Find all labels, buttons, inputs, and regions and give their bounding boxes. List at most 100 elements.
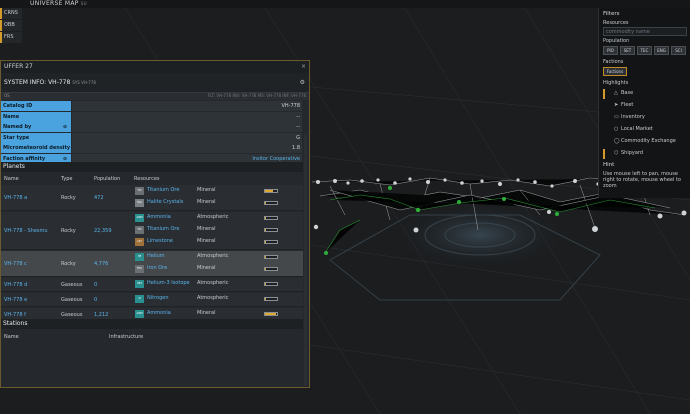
resource-name[interactable]: Ammonia — [147, 214, 171, 220]
resource-entry[interactable]: AMM Ammonia Mineral — [134, 309, 302, 319]
planet-population[interactable]: 472 — [94, 195, 104, 201]
planet-name[interactable]: VH-778 f — [4, 312, 26, 318]
side-tab-frs[interactable]: FRS — [0, 32, 22, 43]
context-links[interactable]: FLT: VH-778 INV: VH-778 MS: VH-778 INF: … — [208, 93, 306, 98]
population-button-eng[interactable]: ENG — [654, 46, 669, 55]
col-population[interactable]: Population — [94, 174, 120, 184]
info-icon[interactable]: ⊙ — [63, 122, 67, 132]
planet-row[interactable]: VH-778 d Gaseous 0 HE3 Helium-3 Isotope Atmos… — [1, 278, 303, 292]
planet-name[interactable]: VH-778 - Shesmu — [4, 228, 48, 234]
resource-entry[interactable]: N Nitrogen Atmospheric — [134, 294, 302, 304]
resource-entry[interactable]: HE Helium Atmospheric — [134, 252, 302, 262]
resource-name[interactable]: Iron Ore — [147, 265, 167, 271]
resource-category: Mineral — [197, 226, 216, 232]
resource-name[interactable]: Titanium Ore — [147, 187, 179, 193]
resource-abundance-fill — [265, 217, 267, 219]
resource-icon: FEO — [135, 265, 144, 273]
resource-category: Atmospheric — [197, 214, 229, 220]
col-type[interactable]: Type — [61, 174, 72, 184]
resource-entry[interactable]: AMM Ammonia Atmospheric — [134, 213, 302, 223]
resource-name[interactable]: Helium — [147, 253, 165, 259]
resource-icon: HE — [135, 253, 144, 261]
col-station-name[interactable]: Name — [4, 332, 19, 342]
resource-entry[interactable]: TIO Titanium Ore Mineral — [134, 225, 302, 235]
property-key-text: Named by — [3, 124, 32, 131]
resource-icon: TIO — [135, 226, 144, 234]
resource-category: Mineral — [197, 199, 216, 205]
resource-name[interactable]: Titanium Ore — [147, 226, 179, 232]
property-key: Micrometeoroid density — [1, 143, 71, 154]
resource-name[interactable]: Halite Crystals — [147, 199, 183, 205]
resource-abundance-bar — [264, 228, 278, 232]
planet-row[interactable]: VH-778 a Rocky 472 TIO Titanium Ore Mineral HA… — [1, 185, 303, 211]
side-tab-crns[interactable]: CRNS — [0, 8, 22, 19]
resource-name[interactable]: Nitrogen — [147, 295, 169, 301]
population-button-pio[interactable]: PIO — [603, 46, 618, 55]
resource-entry[interactable]: FEO Iron Ore Mineral — [134, 264, 302, 274]
resources-label: Resources — [603, 20, 629, 26]
factions-button[interactable]: Factions — [603, 67, 627, 76]
window-buffer-bar[interactable]: UFFER 27 × — [1, 61, 309, 73]
side-tab-obb[interactable]: OBB — [0, 20, 22, 31]
property-row: Name -- — [1, 111, 303, 122]
gear-icon[interactable]: ⚙ — [300, 79, 305, 86]
resource-name[interactable]: Helium-3 Isotope — [147, 280, 190, 286]
resource-abundance-fill — [265, 298, 267, 300]
population-button-set[interactable]: SET — [620, 46, 635, 55]
highlight-toggle-inventory[interactable]: ▭ Inventory — [603, 113, 689, 123]
planet-name[interactable]: VH-778 e — [4, 297, 27, 303]
population-label: Population — [603, 38, 630, 44]
resource-icon: HE3 — [135, 280, 144, 288]
resource-abundance-bar — [264, 189, 278, 193]
commodity-search-input[interactable] — [603, 27, 687, 36]
highlight-label: Commodity Exchange — [621, 138, 676, 144]
resource-entry[interactable]: HE3 Helium-3 Isotope Atmospheric — [134, 279, 302, 289]
planet-population[interactable]: 0 — [94, 282, 97, 288]
resource-abundance-fill — [265, 268, 267, 270]
filters-title: Filters — [603, 11, 620, 17]
resource-icon: AMM — [135, 310, 144, 318]
planet-population[interactable]: 1,212 — [94, 312, 108, 318]
stations-table-header: Name Infrastructure — [1, 332, 303, 342]
close-icon[interactable]: × — [301, 61, 306, 73]
resource-entry[interactable]: TIO Titanium Ore Mineral — [134, 186, 302, 196]
resource-abundance-bar — [264, 255, 278, 259]
base-icon: △ — [614, 90, 618, 96]
resource-entry[interactable]: LST Limestone Mineral — [134, 237, 302, 247]
population-button-sci[interactable]: SCI — [671, 46, 686, 55]
highlight-toggle-fleet[interactable]: ➤ Fleet — [603, 101, 689, 111]
window-scrollbar[interactable] — [304, 135, 307, 385]
resource-category: Atmospheric — [197, 295, 229, 301]
population-button-tec[interactable]: TEC — [637, 46, 652, 55]
planet-row[interactable]: VH-778 c Rocky 4,776 HE Helium Atmospheric FEO… — [1, 251, 303, 277]
planet-population[interactable]: 0 — [94, 297, 97, 303]
property-key: Named by ⊙ — [1, 122, 71, 133]
highlight-toggle-shipyard[interactable]: ⬡ Shipyard — [603, 149, 689, 159]
resource-abundance-fill — [265, 202, 267, 204]
planets-section-header: Planets — [1, 162, 303, 172]
planet-row[interactable]: VH-778 - Shesmu Rocky 22,359 AMM Ammonia Atmo… — [1, 212, 303, 250]
planet-population[interactable]: 22,359 — [94, 228, 112, 234]
property-value: G — [72, 132, 302, 143]
col-resources[interactable]: Resources — [134, 174, 160, 184]
resource-name[interactable]: Limestone — [147, 238, 173, 244]
planet-name[interactable]: VH-778 d — [4, 282, 27, 288]
col-infrastructure[interactable]: Infrastructure — [109, 332, 143, 342]
fleet-icon: ➤ — [614, 102, 619, 108]
resource-abundance-bar — [264, 216, 278, 220]
planet-name[interactable]: VH-778 c — [4, 261, 27, 267]
planet-population[interactable]: 4,776 — [94, 261, 108, 267]
top-bar — [0, 0, 690, 8]
col-name[interactable]: Name — [4, 174, 19, 184]
highlight-toggle-commodity-exchange[interactable]: ◯ Commodity Exchange — [603, 137, 689, 147]
resource-name[interactable]: Ammonia — [147, 310, 171, 316]
system-properties: Catalog ID VH-778 Name -- Named by ⊙ -- Star ty… — [1, 101, 303, 165]
highlight-toggle-base[interactable]: △ Base — [603, 89, 689, 99]
highlight-toggle-local-market[interactable]: ○ Local Market — [603, 125, 689, 135]
planet-row[interactable]: VH-778 e Gaseous 0 N Nitrogen Atmospheric — [1, 293, 303, 307]
planet-name[interactable]: VH-778 a — [4, 195, 27, 201]
window-title-sub: SYS VH-778 — [72, 80, 96, 85]
resource-entry[interactable]: HAL Halite Crystals Mineral — [134, 198, 302, 208]
hint-title: Hint — [603, 162, 615, 168]
highlight-active-indicator — [603, 149, 605, 159]
